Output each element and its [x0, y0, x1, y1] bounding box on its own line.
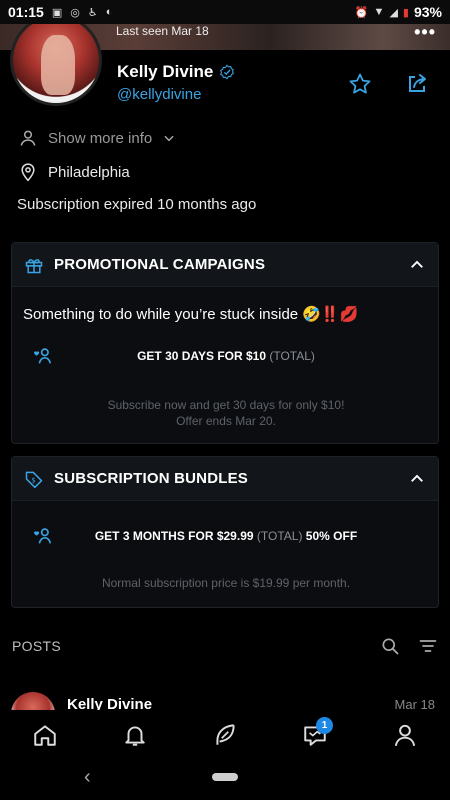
sync-icon: ◐ — [105, 6, 113, 18]
promo-note-line1: Subscribe now and get 30 days for only $… — [107, 398, 345, 412]
bundle-deal-button[interactable]: GET 3 MONTHS FOR $29.99 (TOTAL) 50% OFF — [12, 528, 440, 544]
bundle-deal-main: GET 3 MONTHS FOR $29.99 — [94, 529, 254, 543]
promo-note-line2: Offer ends Mar 20. — [176, 414, 276, 428]
promotional-campaigns-header[interactable]: PROMOTIONAL CAMPAIGNS — [12, 243, 438, 287]
subscribe-user-icon — [34, 348, 52, 364]
system-home-pill[interactable] — [212, 773, 238, 781]
promo-deal-button[interactable]: GET 30 DAYS FOR $10 (TOTAL) — [12, 348, 440, 364]
nav-home[interactable] — [23, 713, 67, 757]
nav-new-post[interactable] — [203, 713, 247, 757]
promo-note: Subscribe now and get 30 days for only $… — [12, 397, 440, 429]
battery-percent: 93% — [413, 4, 442, 20]
post-date: Mar 18 — [394, 697, 435, 710]
chevron-up-icon[interactable] — [408, 470, 426, 488]
favorite-star-icon[interactable] — [348, 72, 372, 96]
bundle-deal-label: GET 3 MONTHS FOR $29.99 (TOTAL) 50% OFF — [12, 529, 440, 543]
user-icon — [20, 130, 36, 146]
home-icon — [34, 725, 56, 746]
bell-icon — [125, 726, 145, 746]
post-author-avatar[interactable] — [11, 692, 55, 710]
subscription-bundles-card: $ SUBSCRIPTION BUNDLES GET 3 MONTHS FOR … — [11, 456, 439, 608]
post-author-name[interactable]: Kelly Divine — [67, 696, 152, 710]
system-navigation-bar: ‹ — [0, 760, 450, 800]
promo-emojis: 🤣‼️💋 — [302, 306, 359, 323]
post-preview[interactable]: Kelly Divine Mar 18 — [0, 690, 450, 710]
nav-notifications[interactable] — [113, 713, 157, 757]
system-back-button[interactable]: ‹ — [84, 766, 91, 789]
chevron-up-icon[interactable] — [408, 256, 426, 274]
alarm-icon: ⏰ — [354, 6, 369, 19]
location-pin-icon — [21, 163, 35, 182]
more-options-button[interactable]: ••• — [414, 22, 436, 43]
feather-icon — [216, 724, 235, 745]
profile-handle[interactable]: @kellydivine — [117, 86, 201, 103]
promo-deal-label: GET 30 DAYS FOR $10 (TOTAL) — [12, 349, 440, 363]
profile-name-row: Kelly Divine — [117, 62, 235, 82]
location-row: Philadelphia — [18, 162, 130, 182]
verified-icon — [220, 64, 235, 80]
subscribe-user-icon — [34, 528, 52, 544]
bundle-deal-discount: 50% OFF — [305, 529, 358, 543]
instagram-icon: ◎ — [70, 6, 80, 19]
signal-icon: ◢ — [389, 6, 398, 19]
svg-text:$: $ — [31, 476, 35, 484]
nav-messages[interactable]: 1 — [293, 713, 337, 757]
location-text: Philadelphia — [48, 163, 130, 181]
promo-message-text: Something to do while you’re stuck insid… — [23, 305, 299, 323]
messages-badge: 1 — [316, 717, 333, 734]
promo-deal-main: GET 30 DAYS FOR $10 — [137, 349, 267, 363]
sort-icon[interactable] — [418, 636, 438, 656]
promotional-campaigns-title: PROMOTIONAL CAMPAIGNS — [54, 256, 266, 273]
subscription-status-text: Subscription expired 10 months ago — [17, 196, 257, 213]
promo-deal-total: (TOTAL) — [269, 349, 315, 363]
posts-title: POSTS — [12, 638, 61, 654]
bottom-navigation: 1 — [0, 710, 450, 760]
wifi-icon: ▼ — [373, 6, 385, 18]
show-more-info-button[interactable]: Show more info — [18, 128, 176, 148]
battery-icon: ▮ — [402, 6, 409, 19]
status-time: 01:15 — [8, 4, 44, 20]
last-seen-text: Last seen Mar 18 — [116, 24, 209, 38]
promo-message: Something to do while you’re stuck insid… — [23, 305, 359, 324]
price-tag-icon: $ — [25, 471, 43, 488]
posts-header: POSTS — [0, 628, 450, 664]
profile-name: Kelly Divine — [117, 62, 214, 81]
bundle-deal-total: (TOTAL) — [256, 529, 303, 543]
media-icon: ▣ — [51, 6, 63, 19]
profile-icon — [394, 724, 416, 747]
accessibility-icon: ♿ — [87, 6, 98, 19]
subscription-bundles-title: SUBSCRIPTION BUNDLES — [54, 470, 249, 487]
chevron-down-icon — [164, 135, 174, 142]
promotional-campaigns-card: PROMOTIONAL CAMPAIGNS Something to do wh… — [11, 242, 439, 444]
bundle-note: Normal subscription price is $19.99 per … — [101, 576, 351, 590]
share-icon[interactable] — [405, 72, 429, 96]
profile-avatar[interactable] — [10, 14, 102, 106]
gift-icon — [25, 258, 43, 273]
subscription-bundles-header[interactable]: $ SUBSCRIPTION BUNDLES — [12, 457, 438, 501]
search-icon[interactable] — [380, 636, 400, 656]
status-bar: 01:15 ▣ ◎ ♿ ◐ ⏰ ▼ ◢ ▮ 93% — [0, 0, 450, 24]
show-more-info-label: Show more info — [48, 129, 153, 147]
nav-profile[interactable] — [383, 713, 427, 757]
